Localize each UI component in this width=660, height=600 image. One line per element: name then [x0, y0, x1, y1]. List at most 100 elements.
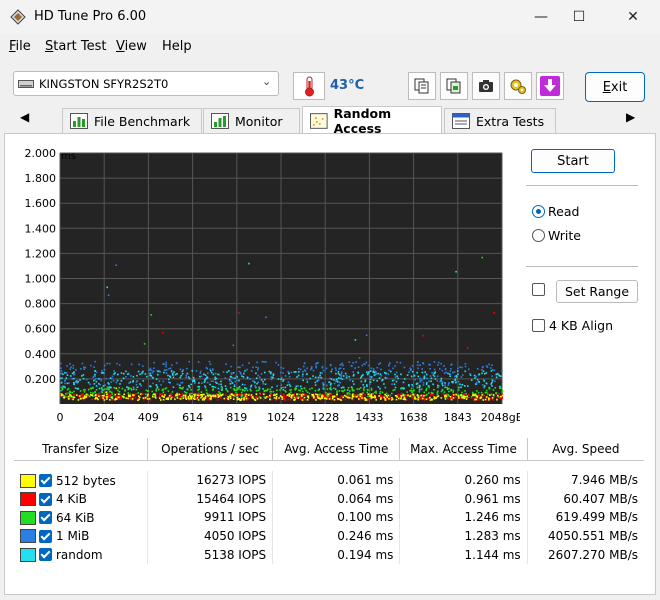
scatter-point [403, 398, 405, 401]
scatter-point [330, 378, 333, 380]
scatter-point [105, 391, 108, 393]
scatter-point [262, 380, 264, 383]
color-swatch[interactable] [20, 473, 36, 488]
scatter-point [105, 377, 108, 380]
scatter-point [501, 370, 503, 372]
tab-file-benchmark[interactable]: File Benchmark [62, 108, 202, 133]
scatter-point [312, 369, 315, 372]
scatter-point [244, 395, 247, 398]
menu-help[interactable]: Help [162, 39, 192, 54]
scatter-point [417, 396, 420, 399]
scatter-point [378, 377, 381, 379]
scatter-point [155, 388, 158, 391]
save-down-icon[interactable] [536, 72, 564, 100]
scatter-point [95, 380, 98, 383]
row-checkbox[interactable] [39, 529, 52, 543]
scatter-point [176, 393, 178, 395]
col-max-access[interactable]: Max. Access Time [399, 438, 528, 461]
scatter-point [414, 396, 416, 398]
scatter-point [448, 382, 450, 384]
scatter-point [372, 379, 375, 382]
scatter-point [309, 377, 311, 380]
scatter-point [499, 387, 502, 389]
set-range-button[interactable]: Set Range [556, 280, 638, 303]
row-checkbox[interactable] [39, 492, 52, 506]
menu-start-test[interactable]: Start Test [45, 39, 107, 54]
scatter-point [122, 395, 124, 398]
scatter-point [206, 394, 209, 397]
scatter-point [182, 394, 185, 397]
scatter-point [302, 365, 305, 368]
scatter-point [168, 378, 170, 381]
scatter-point [306, 367, 308, 370]
exit-button[interactable]: Exit [585, 72, 645, 102]
scatter-point [69, 391, 72, 393]
scatter-point [190, 392, 193, 395]
scatter-point [304, 399, 307, 401]
scatter-point [241, 383, 244, 386]
transfer-size: random [56, 547, 103, 562]
scatter-point [314, 389, 317, 392]
copy-screenshot-icon[interactable] [440, 72, 468, 100]
scatter-point [493, 369, 496, 372]
chevron-down-icon[interactable]: ⌄ [262, 75, 271, 88]
scatter-point [228, 378, 231, 381]
scatter-point [81, 395, 84, 397]
align-4kb-checkbox[interactable] [532, 319, 545, 332]
set-range-checkbox[interactable] [532, 283, 545, 296]
col-ops-per-sec[interactable]: Operations / sec [147, 438, 274, 461]
scatter-point [158, 380, 161, 382]
scatter-point [229, 397, 232, 399]
row-checkbox[interactable] [39, 511, 52, 525]
copy-info-icon[interactable] [408, 72, 436, 100]
scatter-point [444, 398, 447, 400]
scatter-point [120, 396, 122, 399]
scatter-point [300, 387, 303, 390]
write-radio[interactable] [532, 229, 545, 242]
color-swatch[interactable] [20, 510, 36, 525]
col-avg-access[interactable]: Avg. Access Time [272, 438, 401, 461]
menu-view[interactable]: View [116, 39, 147, 54]
scatter-point [327, 393, 330, 396]
col-avg-speed[interactable]: Avg. Speed [527, 438, 644, 461]
row-checkbox[interactable] [39, 474, 52, 488]
tab-scroll-right-icon[interactable]: ▶ [626, 110, 635, 124]
scatter-point [315, 393, 317, 396]
scatter-point [255, 397, 257, 400]
row-checkbox[interactable] [39, 548, 52, 562]
color-swatch[interactable] [20, 547, 36, 562]
scatter-point [412, 393, 415, 396]
scatter-point [151, 390, 153, 393]
scatter-point [172, 374, 174, 376]
color-swatch[interactable] [20, 529, 36, 544]
scatter-point [491, 380, 494, 382]
camera-icon[interactable] [472, 72, 500, 100]
scatter-point [81, 375, 83, 377]
scatter-point [360, 393, 363, 396]
scatter-point [212, 368, 214, 370]
scatter-point [428, 392, 430, 394]
menu-file[interactable]: File [9, 39, 31, 54]
scatter-point [419, 397, 421, 399]
maximize-button[interactable]: ☐ [556, 0, 602, 34]
tab-monitor[interactable]: Monitor [203, 108, 300, 133]
col-transfer-size[interactable]: Transfer Size [14, 438, 148, 461]
scatter-point [100, 378, 102, 380]
start-button[interactable]: Start [531, 149, 615, 173]
read-radio[interactable] [532, 205, 545, 218]
color-swatch[interactable] [20, 492, 36, 507]
scatter-point [147, 390, 150, 392]
scatter-point [248, 262, 250, 265]
scatter-point [142, 380, 145, 382]
scatter-point [171, 391, 174, 393]
scatter-point [127, 373, 129, 375]
tab-extra-tests[interactable]: Extra Tests [444, 108, 556, 133]
scatter-point [107, 294, 110, 296]
close-button[interactable]: ✕ [610, 0, 656, 34]
scatter-point [163, 396, 165, 398]
tab-scroll-left-icon[interactable]: ◀ [20, 110, 29, 124]
scatter-point [429, 399, 432, 401]
tab-random-access[interactable]: Random Access [302, 106, 442, 136]
scatter-point [284, 375, 287, 377]
options-icon[interactable] [504, 72, 532, 100]
